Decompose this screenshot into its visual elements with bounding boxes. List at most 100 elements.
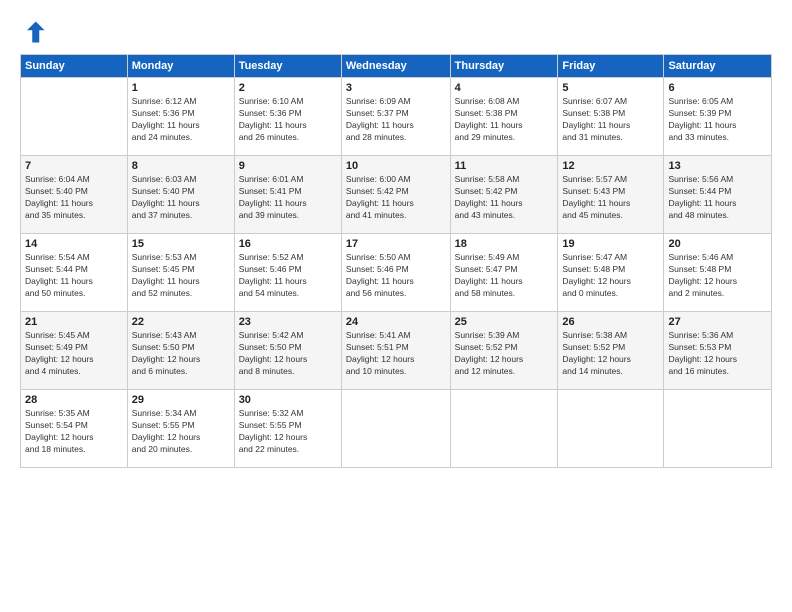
day-number: 14 [25,238,123,250]
page: SundayMondayTuesdayWednesdayThursdayFrid… [0,0,792,612]
day-info: Sunrise: 5:52 AM Sunset: 5:46 PM Dayligh… [239,252,337,300]
day-info: Sunrise: 5:54 AM Sunset: 5:44 PM Dayligh… [25,252,123,300]
calendar-cell: 22 Sunrise: 5:43 AM Sunset: 5:50 PM Dayli… [127,312,234,390]
calendar-cell: 8 Sunrise: 6:03 AM Sunset: 5:40 PM Daylig… [127,156,234,234]
day-info: Sunrise: 5:36 AM Sunset: 5:53 PM Dayligh… [668,330,767,378]
logo-icon [20,18,48,46]
day-number: 25 [455,316,554,328]
week-row-4: 21Sunrise: 5:45 AM Sunset: 5:49 PM Dayli… [21,312,772,390]
day-number: 1 [132,82,230,94]
calendar-cell: 24 Sunrise: 5:41 AM Sunset: 5:51 PM Dayli… [341,312,450,390]
calendar-cell [450,390,558,468]
calendar-cell [558,390,664,468]
day-info: Sunrise: 5:43 AM Sunset: 5:50 PM Dayligh… [132,330,230,378]
calendar-cell: 29 Sunrise: 5:34 AM Sunset: 5:55 PM Dayli… [127,390,234,468]
day-info: Sunrise: 6:12 AM Sunset: 5:36 PM Dayligh… [132,96,230,144]
day-number: 18 [455,238,554,250]
calendar-cell: 14 Sunrise: 5:54 AM Sunset: 5:44 PM Dayli… [21,234,128,312]
day-number: 4 [455,82,554,94]
week-row-1: 1 Sunrise: 6:12 AM Sunset: 5:36 PM Daylig… [21,78,772,156]
day-info: Sunrise: 6:03 AM Sunset: 5:40 PM Dayligh… [132,174,230,222]
calendar-cell: 16 Sunrise: 5:52 AM Sunset: 5:46 PM Dayli… [234,234,341,312]
day-number: 24 [346,316,446,328]
header-monday: Monday [127,55,234,78]
day-number: 8 [132,160,230,172]
logo [20,18,52,46]
header-wednesday: Wednesday [341,55,450,78]
calendar-cell: 27 Sunrise: 5:36 AM Sunset: 5:53 PM Dayli… [664,312,772,390]
day-number: 30 [239,394,337,406]
day-info: Sunrise: 5:53 AM Sunset: 5:45 PM Dayligh… [132,252,230,300]
day-info: Sunrise: 5:58 AM Sunset: 5:42 PM Dayligh… [455,174,554,222]
header-thursday: Thursday [450,55,558,78]
day-number: 19 [562,238,659,250]
day-info: Sunrise: 5:34 AM Sunset: 5:55 PM Dayligh… [132,408,230,456]
day-info: Sunrise: 5:41 AM Sunset: 5:51 PM Dayligh… [346,330,446,378]
day-number: 12 [562,160,659,172]
day-info: Sunrise: 6:05 AM Sunset: 5:39 PM Dayligh… [668,96,767,144]
calendar-cell: 5Sunrise: 6:07 AM Sunset: 5:38 PM Daylig… [558,78,664,156]
calendar-cell: 18 Sunrise: 5:49 AM Sunset: 5:47 PM Dayli… [450,234,558,312]
day-number: 27 [668,316,767,328]
header-friday: Friday [558,55,664,78]
day-number: 9 [239,160,337,172]
day-info: Sunrise: 6:10 AM Sunset: 5:36 PM Dayligh… [239,96,337,144]
calendar-cell: 25 Sunrise: 5:39 AM Sunset: 5:52 PM Dayli… [450,312,558,390]
calendar-cell: 12 Sunrise: 5:57 AM Sunset: 5:43 PM Dayli… [558,156,664,234]
day-number: 23 [239,316,337,328]
calendar-cell: 13 Sunrise: 5:56 AM Sunset: 5:44 PM Dayli… [664,156,772,234]
day-info: Sunrise: 5:32 AM Sunset: 5:55 PM Dayligh… [239,408,337,456]
day-number: 26 [562,316,659,328]
day-number: 22 [132,316,230,328]
day-info: Sunrise: 5:45 AM Sunset: 5:49 PM Dayligh… [25,330,123,378]
header-sunday: Sunday [21,55,128,78]
header-row: SundayMondayTuesdayWednesdayThursdayFrid… [21,55,772,78]
day-info: Sunrise: 5:56 AM Sunset: 5:44 PM Dayligh… [668,174,767,222]
day-info: Sunrise: 6:01 AM Sunset: 5:41 PM Dayligh… [239,174,337,222]
day-number: 28 [25,394,123,406]
calendar-cell [341,390,450,468]
day-number: 29 [132,394,230,406]
day-info: Sunrise: 6:09 AM Sunset: 5:37 PM Dayligh… [346,96,446,144]
calendar-cell [21,78,128,156]
day-number: 16 [239,238,337,250]
day-number: 2 [239,82,337,94]
day-info: Sunrise: 6:07 AM Sunset: 5:38 PM Dayligh… [562,96,659,144]
calendar-cell: 11 Sunrise: 5:58 AM Sunset: 5:42 PM Dayli… [450,156,558,234]
calendar-cell: 20Sunrise: 5:46 AM Sunset: 5:48 PM Dayli… [664,234,772,312]
day-info: Sunrise: 5:35 AM Sunset: 5:54 PM Dayligh… [25,408,123,456]
header [20,18,772,46]
day-number: 11 [455,160,554,172]
calendar-cell: 28 Sunrise: 5:35 AM Sunset: 5:54 PM Dayli… [21,390,128,468]
calendar-cell: 1 Sunrise: 6:12 AM Sunset: 5:36 PM Daylig… [127,78,234,156]
calendar-cell: 19Sunrise: 5:47 AM Sunset: 5:48 PM Dayli… [558,234,664,312]
day-info: Sunrise: 6:08 AM Sunset: 5:38 PM Dayligh… [455,96,554,144]
day-number: 3 [346,82,446,94]
week-row-3: 14 Sunrise: 5:54 AM Sunset: 5:44 PM Dayli… [21,234,772,312]
day-number: 10 [346,160,446,172]
day-number: 7 [25,160,123,172]
calendar-table: SundayMondayTuesdayWednesdayThursdayFrid… [20,54,772,468]
day-number: 13 [668,160,767,172]
calendar-cell: 7 Sunrise: 6:04 AM Sunset: 5:40 PM Daylig… [21,156,128,234]
day-info: Sunrise: 5:57 AM Sunset: 5:43 PM Dayligh… [562,174,659,222]
day-info: Sunrise: 5:50 AM Sunset: 5:46 PM Dayligh… [346,252,446,300]
calendar-cell: 30 Sunrise: 5:32 AM Sunset: 5:55 PM Dayli… [234,390,341,468]
calendar-cell: 17 Sunrise: 5:50 AM Sunset: 5:46 PM Dayli… [341,234,450,312]
day-number: 15 [132,238,230,250]
calendar-cell: 4 Sunrise: 6:08 AM Sunset: 5:38 PM Daylig… [450,78,558,156]
calendar-cell [664,390,772,468]
calendar-cell: 21Sunrise: 5:45 AM Sunset: 5:49 PM Dayli… [21,312,128,390]
calendar-cell: 23Sunrise: 5:42 AM Sunset: 5:50 PM Dayli… [234,312,341,390]
header-saturday: Saturday [664,55,772,78]
calendar-cell: 2 Sunrise: 6:10 AM Sunset: 5:36 PM Daylig… [234,78,341,156]
day-info: Sunrise: 5:39 AM Sunset: 5:52 PM Dayligh… [455,330,554,378]
day-info: Sunrise: 6:04 AM Sunset: 5:40 PM Dayligh… [25,174,123,222]
calendar-cell: 6Sunrise: 6:05 AM Sunset: 5:39 PM Daylig… [664,78,772,156]
day-info: Sunrise: 5:49 AM Sunset: 5:47 PM Dayligh… [455,252,554,300]
week-row-2: 7 Sunrise: 6:04 AM Sunset: 5:40 PM Daylig… [21,156,772,234]
week-row-5: 28 Sunrise: 5:35 AM Sunset: 5:54 PM Dayli… [21,390,772,468]
day-number: 20 [668,238,767,250]
day-number: 17 [346,238,446,250]
calendar-cell: 26Sunrise: 5:38 AM Sunset: 5:52 PM Dayli… [558,312,664,390]
